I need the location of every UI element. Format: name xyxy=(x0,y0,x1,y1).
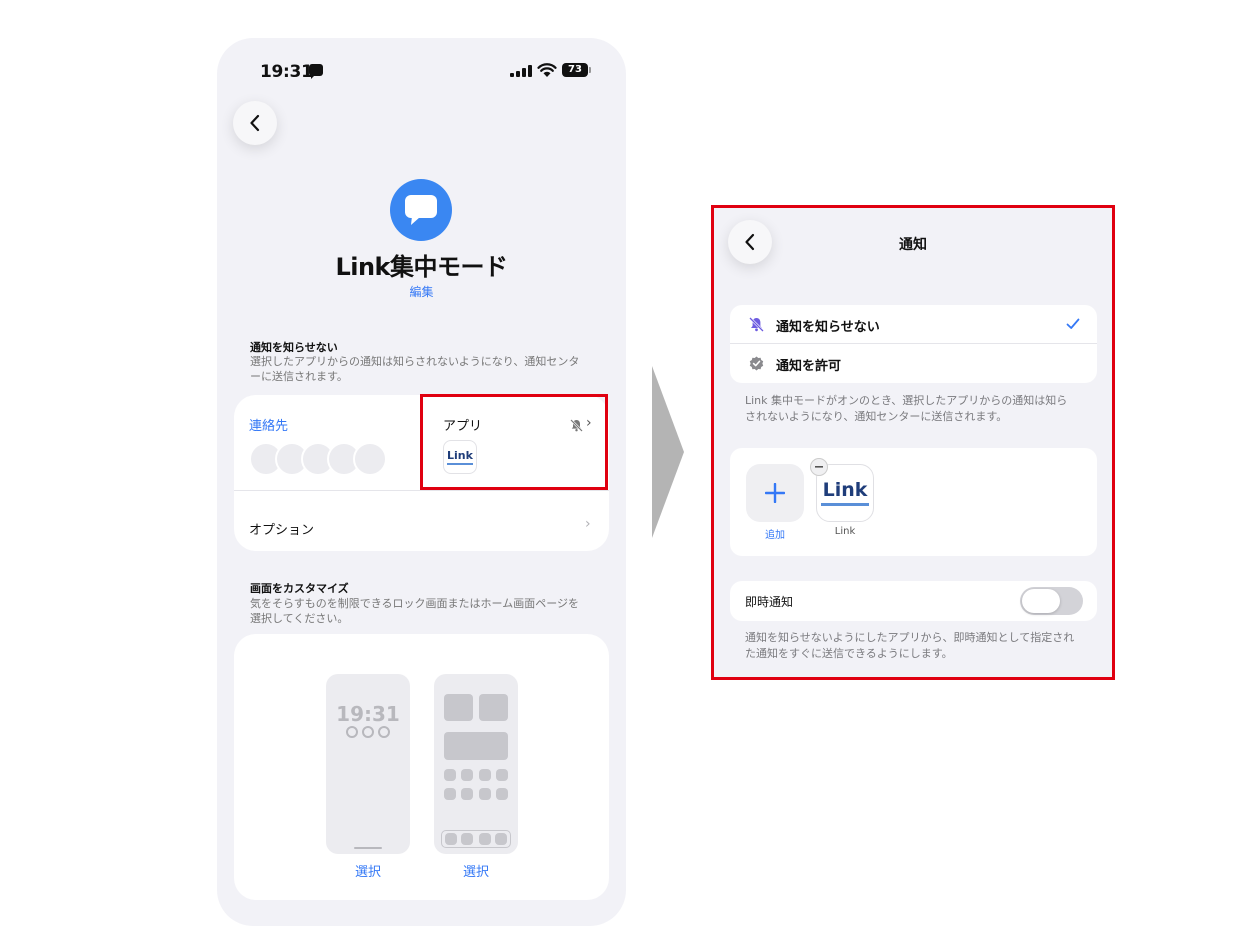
chevron-left-icon xyxy=(250,114,260,132)
option-label: 通知を知らせない xyxy=(776,320,880,335)
notification-mode-options: 通知を知らせない 通知を許可 xyxy=(730,305,1097,383)
checkmark-icon xyxy=(1066,318,1080,329)
contacts-label: 連絡先 xyxy=(249,419,289,434)
option-label: 通知を許可 xyxy=(776,359,842,374)
back-button[interactable] xyxy=(233,101,277,145)
message-status-icon xyxy=(309,64,323,79)
cellular-signal-icon xyxy=(510,65,532,77)
toggle-knob xyxy=(1022,589,1060,613)
app-tile xyxy=(461,769,473,781)
dock-app-tile xyxy=(479,833,491,845)
add-app-button[interactable] xyxy=(746,464,804,522)
option-silence-notifications[interactable]: 通知を知らせない xyxy=(730,305,1097,344)
app-tile xyxy=(496,769,508,781)
lock-screen-preview[interactable]: 19:31 xyxy=(326,674,410,854)
notifications-settings-screen: 通知 通知を知らせない 通知を許可 Link 集中モードがオンのとき、選択したア… xyxy=(711,205,1115,680)
focus-mode-icon xyxy=(390,179,452,241)
silenced-apps-card: 追加 Link Link xyxy=(730,448,1097,556)
edit-link[interactable]: 編集 xyxy=(217,283,626,300)
select-lock-screen-link[interactable]: 選択 xyxy=(326,861,410,880)
link-logo-text: Link xyxy=(822,479,868,501)
silence-section-description: 選択したアプリからの通知は知らされないようになり、通知センターに送信されます。 xyxy=(250,355,580,383)
customize-section-heading: 画面をカスタマイズ xyxy=(250,582,349,595)
mode-description: Link 集中モードがオンのとき、選択したアプリからの通知は知らされないようにな… xyxy=(745,394,1068,423)
app-tile xyxy=(444,788,456,800)
time-sensitive-label: 即時通知 xyxy=(745,595,794,609)
time-sensitive-description: 通知を知らせないようにしたアプリから、即時通知として指定された通知をすぐに送信で… xyxy=(745,631,1075,660)
app-tile xyxy=(496,788,508,800)
highlight-box xyxy=(420,394,608,490)
time-sensitive-row: 即時通知 xyxy=(730,581,1097,621)
time-sensitive-toggle[interactable] xyxy=(1020,587,1083,615)
minus-icon xyxy=(815,466,823,468)
link-logo-underline xyxy=(821,503,869,506)
dock-app-tile xyxy=(495,833,507,845)
widget-tile xyxy=(479,694,508,721)
bell-slash-icon xyxy=(749,317,764,332)
app-tile xyxy=(479,769,491,781)
select-home-screen-link[interactable]: 選択 xyxy=(434,861,518,880)
dock-app-tile xyxy=(445,833,457,845)
dock-app-tile xyxy=(461,833,473,845)
lock-preview-dot xyxy=(362,726,374,738)
home-indicator xyxy=(354,847,382,849)
lock-preview-dot xyxy=(346,726,358,738)
checkmark-seal-icon xyxy=(749,356,764,371)
add-app-label: 追加 xyxy=(765,530,785,541)
status-time: 19:31 xyxy=(260,62,313,82)
focus-mode-screen: 19:31 73 Link集中モード 編集 通知を知らせない 選択したアプリから… xyxy=(217,38,626,926)
speech-bubble-icon xyxy=(405,195,437,225)
home-screen-preview[interactable] xyxy=(434,674,518,854)
battery-indicator: 73 xyxy=(562,63,591,77)
transition-arrow xyxy=(652,366,684,538)
customize-section-description: 気をそらすものを制限できるロック画面またはホーム画面ページを選択してください。 xyxy=(250,597,580,625)
screen-title: 通知 xyxy=(899,237,927,253)
widget-tile xyxy=(444,732,508,760)
contact-avatar xyxy=(353,442,387,476)
lock-preview-time: 19:31 xyxy=(336,702,400,726)
silence-section-heading: 通知を知らせない xyxy=(250,341,338,354)
app-name-label: Link xyxy=(834,526,856,537)
chevron-right-icon: › xyxy=(585,516,591,532)
lock-preview-dot xyxy=(378,726,390,738)
options-label: オプション xyxy=(249,523,315,538)
wifi-icon xyxy=(537,63,557,77)
app-tile xyxy=(444,769,456,781)
widget-tile xyxy=(444,694,473,721)
option-allow-notifications[interactable]: 通知を許可 xyxy=(730,344,1097,383)
focus-mode-title: Link集中モード xyxy=(335,253,508,281)
contacts-cell[interactable]: 連絡先 xyxy=(234,395,422,490)
app-tile xyxy=(479,788,491,800)
remove-app-button[interactable] xyxy=(810,458,828,476)
plus-icon xyxy=(765,483,785,503)
customize-screen-card: 19:31 選択 選択 xyxy=(234,634,609,900)
app-tile xyxy=(461,788,473,800)
